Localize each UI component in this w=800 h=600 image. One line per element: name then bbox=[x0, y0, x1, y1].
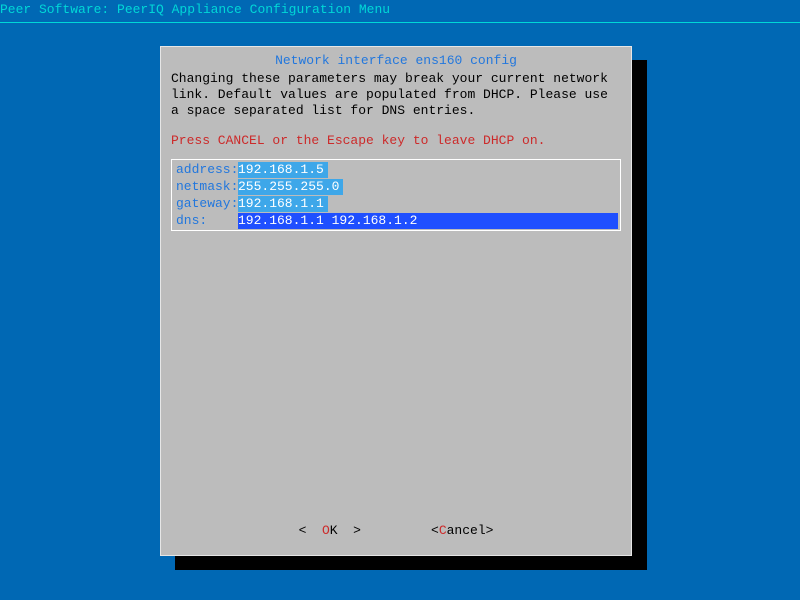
field-dns[interactable]: 192.168.1.1 192.168.1.2 bbox=[238, 213, 618, 229]
field-netmask[interactable]: 255.255.255.0 bbox=[238, 179, 343, 195]
row-gateway: gateway: 192.168.1.1 bbox=[174, 196, 618, 212]
app-title: Peer Software: PeerIQ Appliance Configur… bbox=[0, 0, 800, 22]
row-dns: dns: 192.168.1.1 192.168.1.2 bbox=[174, 213, 618, 229]
dialog-description: Changing these parameters may break your… bbox=[171, 71, 621, 119]
button-bar: < OK > <Cancel> bbox=[161, 523, 631, 539]
label-netmask: netmask: bbox=[174, 179, 238, 195]
row-netmask: netmask: 255.255.255.0 bbox=[174, 179, 618, 195]
divider bbox=[0, 22, 800, 23]
field-gateway[interactable]: 192.168.1.1 bbox=[238, 196, 328, 212]
dialog-title: Network interface ens160 config bbox=[171, 53, 621, 69]
label-address: address: bbox=[174, 162, 238, 178]
field-address[interactable]: 192.168.1.5 bbox=[238, 162, 328, 178]
ok-button[interactable]: < OK > bbox=[299, 523, 361, 539]
row-address: address: 192.168.1.5 bbox=[174, 162, 618, 178]
cancel-button[interactable]: <Cancel> bbox=[431, 523, 493, 539]
label-dns: dns: bbox=[174, 213, 238, 229]
form-box: address: 192.168.1.5 netmask: 255.255.25… bbox=[171, 159, 621, 231]
network-config-dialog: Network interface ens160 config Changing… bbox=[160, 46, 632, 556]
dialog-hint: Press CANCEL or the Escape key to leave … bbox=[171, 133, 621, 149]
label-gateway: gateway: bbox=[174, 196, 238, 212]
